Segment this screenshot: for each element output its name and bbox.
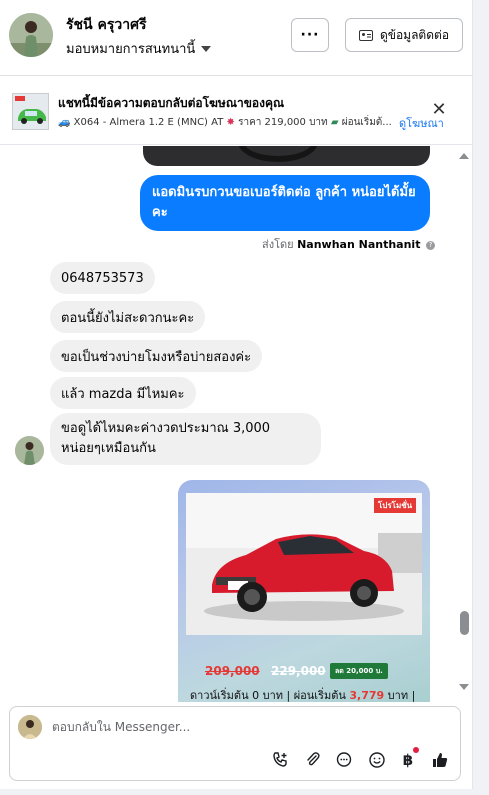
view-contact-info-button[interactable]: ดูข้อมูลติดต่อ: [345, 18, 463, 52]
view-contact-info-label: ดูข้อมูลติดต่อ: [379, 27, 450, 42]
scroll-down-arrow-icon[interactable]: [459, 684, 469, 690]
red-mazda-photo: โปรโมชั่น: [186, 493, 422, 635]
info-icon[interactable]: ?: [425, 240, 435, 250]
payment-baht-icon[interactable]: ฿: [397, 747, 420, 771]
conversation-header: รัชนี ครุวาศรี มอบหมายการสนทนานี้ ··· ดู…: [0, 0, 472, 76]
ad-banner-title: แชทนี้มีข้อความตอบกลับต่อโฆษณาของคุณ: [58, 96, 285, 110]
saved-replies-icon[interactable]: [333, 749, 355, 771]
previous-price: 229,000: [271, 664, 326, 678]
incoming-message[interactable]: ขอเป็นช่วงบ่ายโมงหรือบ่ายสองค่ะ: [50, 340, 263, 372]
contact-name[interactable]: รัชนี ครุวาศรี: [66, 14, 146, 36]
incoming-message[interactable]: ตอนนี้ยังไม่สะดวกนะคะ: [50, 301, 206, 333]
incoming-message[interactable]: แล้ว mazda มีไหมคะ: [50, 377, 196, 409]
ad-installment: ผ่อนเริ่มต้...: [341, 117, 392, 128]
steering-wheel-graphic: [238, 146, 318, 162]
financing-terms-b: บาท |: [387, 689, 416, 702]
scroll-up-arrow-icon[interactable]: [459, 153, 469, 159]
thumbs-up-icon[interactable]: [429, 749, 451, 771]
messenger-conversation-panel: รัชนี ครุวาศรี มอบหมายการสนทนานี้ ··· ดู…: [0, 0, 489, 795]
ad-price: ราคา 219,000 บาท: [238, 117, 328, 128]
assign-conversation-label: มอบหมายการสนทนานี้: [66, 42, 196, 57]
sent-by-name: Nanwhan Nanthanit: [297, 238, 421, 251]
financing-terms-a: ดาวน์เริ่มต้น 0 บาท | ผ่อนเริ่มต้น: [190, 689, 346, 702]
money-icon: ▰: [330, 117, 339, 128]
reply-composer: ฿: [9, 706, 461, 781]
previous-photo-attachment[interactable]: [143, 146, 430, 166]
contact-card-icon: [358, 29, 373, 41]
sender-avatar[interactable]: [15, 436, 44, 465]
view-ad-link[interactable]: ดูโฆษณา: [399, 114, 444, 132]
sent-by-prefix: ส่งโดย: [262, 238, 294, 251]
sparkle-icon: ✸: [226, 117, 235, 128]
page-avatar: [18, 715, 42, 739]
scrollbar-thumb[interactable]: [460, 611, 469, 635]
discount-badge: ลด 20,000 บ.: [330, 663, 388, 679]
incoming-message[interactable]: 0648753573: [50, 262, 155, 294]
more-options-button[interactable]: ···: [291, 18, 329, 52]
ad-model: X064 - Almera 1.2 E (MNC) AT: [73, 117, 224, 128]
current-price: 209,000: [205, 664, 260, 678]
caret-down-icon: [201, 45, 212, 52]
promotion-tag: โปรโมชั่น: [374, 498, 417, 513]
emoji-icon[interactable]: [366, 749, 388, 771]
message-thread[interactable]: แอดมินรบกวนขอเบอร์ติดต่อ ลูกค้า หน่อยได้…: [0, 146, 472, 702]
ad-banner-detail: 🚙 X064 - Almera 1.2 E (MNC) AT ✸ ราคา 21…: [58, 115, 394, 130]
ad-reply-banner: แชทนี้มีข้อความตอบกลับต่อโฆษณาของคุณ 🚙 X…: [0, 77, 472, 145]
car-icon: 🚙: [58, 117, 71, 128]
contact-avatar[interactable]: [9, 13, 53, 57]
reply-input[interactable]: [52, 715, 442, 739]
financing-amount: 3,779: [349, 689, 385, 702]
paperclip-icon[interactable]: [302, 749, 324, 771]
ad-thumbnail[interactable]: [12, 93, 49, 130]
car-ad-image-attachment[interactable]: โปรโมชั่น 209,000 229,000 ลด 20,000 บ. ด…: [178, 480, 430, 702]
call-add-icon[interactable]: [269, 749, 291, 771]
incoming-message[interactable]: ขอดูได้ไหมคะค่างวดประมาณ 3,000 หน่อยๆเหม…: [50, 413, 321, 465]
sent-by-label: ส่งโดย Nanwhan Nanthanit ?: [262, 235, 435, 253]
assign-conversation-dropdown[interactable]: มอบหมายการสนทนานี้: [66, 38, 212, 59]
window-edge: [472, 0, 489, 795]
financing-terms: ดาวน์เริ่มต้น 0 บาท | ผ่อนเริ่มต้น 3,779…: [190, 686, 426, 702]
window-bottom-edge: [0, 789, 489, 795]
outgoing-message[interactable]: แอดมินรบกวนขอเบอร์ติดต่อ ลูกค้า หน่อยได้…: [140, 175, 430, 231]
notification-dot: [413, 747, 420, 753]
